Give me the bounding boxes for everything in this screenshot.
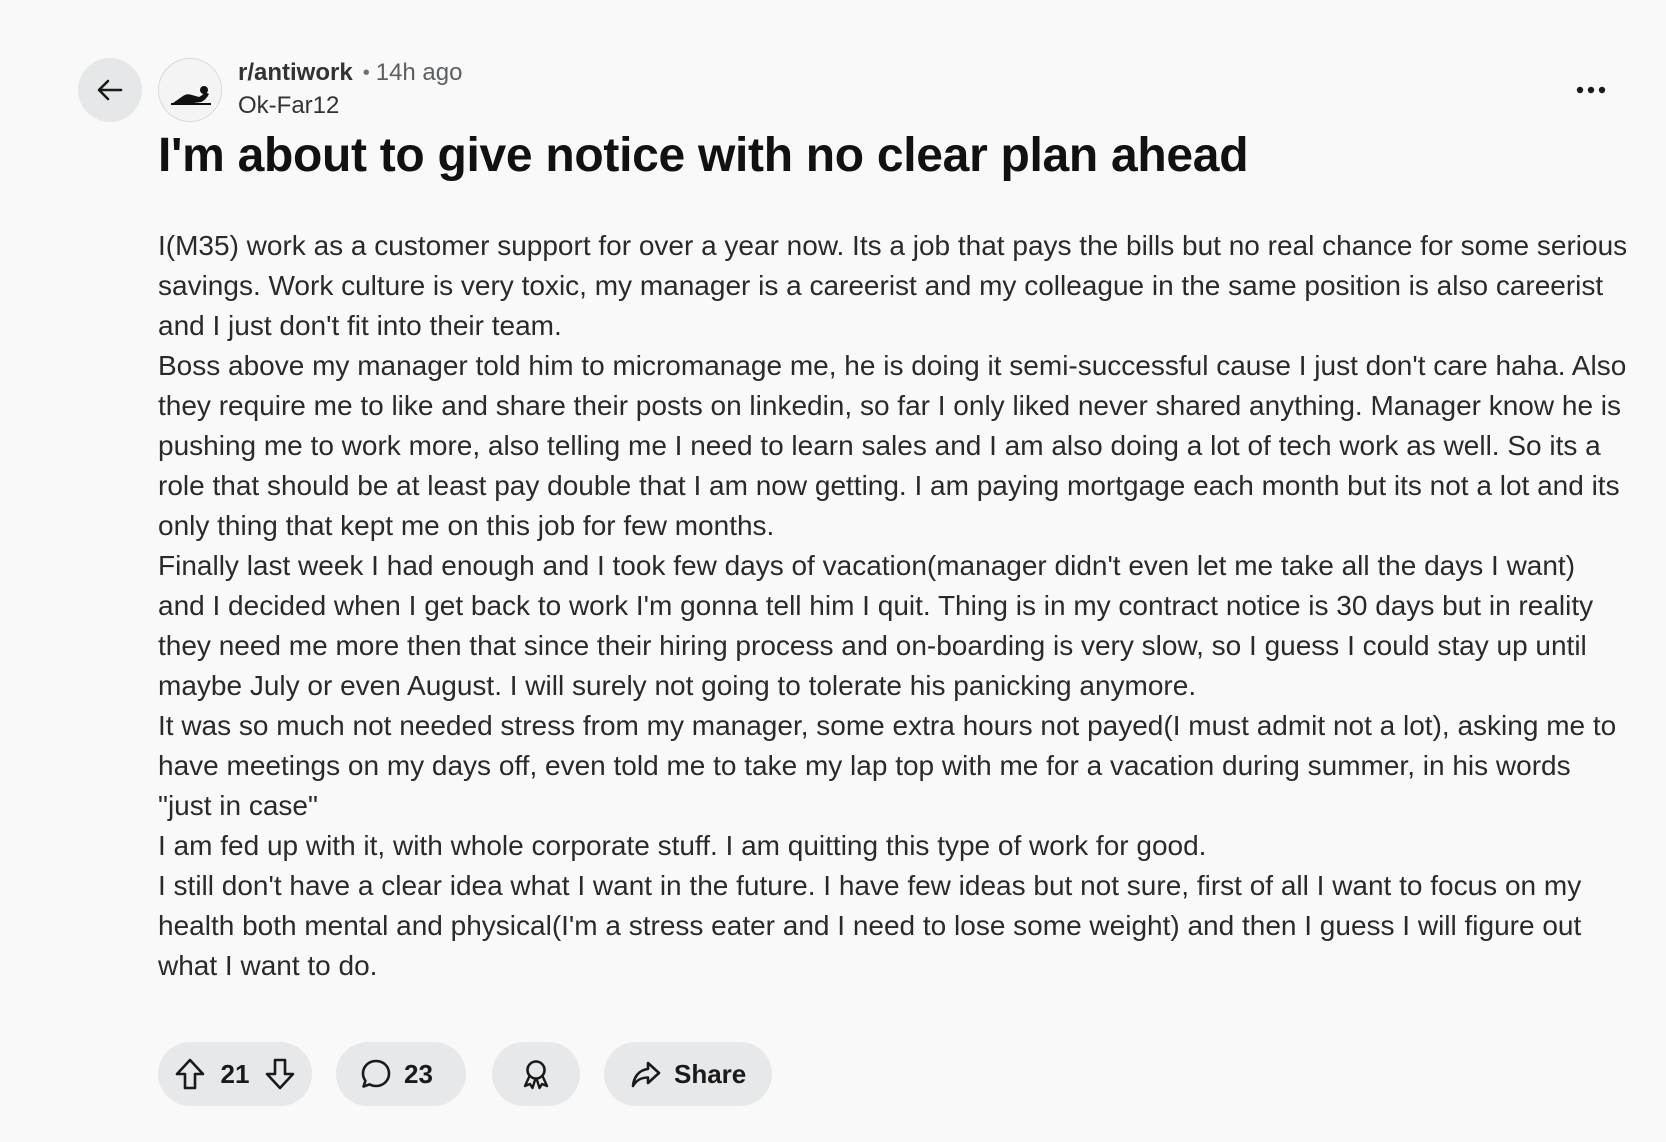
downvote-button[interactable] — [258, 1052, 302, 1096]
subreddit-logo-icon — [159, 59, 221, 121]
back-button[interactable] — [78, 58, 142, 122]
share-button[interactable]: Share — [604, 1042, 772, 1106]
arrow-left-icon — [94, 74, 126, 106]
post-paragraph: I am fed up with it, with whole corporat… — [158, 830, 1207, 861]
comments-button[interactable]: 23 — [336, 1042, 466, 1106]
award-button[interactable] — [492, 1042, 580, 1106]
post-paragraph: I(M35) work as a customer support for ov… — [158, 230, 1628, 341]
subreddit-avatar[interactable] — [158, 58, 222, 122]
post-paragraph: Boss above my manager told him to microm… — [158, 350, 1627, 541]
post-paragraph: Finally last week I had enough and I too… — [158, 550, 1594, 701]
subreddit-link[interactable]: r/antiwork — [238, 59, 353, 87]
vote-count: 21 — [220, 1058, 250, 1089]
share-label: Share — [674, 1058, 747, 1089]
post-paragraph: I still don't have a clear idea what I w… — [158, 870, 1582, 981]
post-paragraph: It was so much not needed stress from my… — [158, 710, 1617, 821]
post-body: I(M35) work as a customer support for ov… — [158, 226, 1628, 986]
share-arrow-icon — [630, 1058, 662, 1090]
author-link[interactable]: Ok-Far12 — [238, 92, 339, 120]
meta-separator: • — [362, 61, 370, 84]
post-meta: r/antiwork • 14h ago — [238, 58, 462, 88]
downvote-arrow-icon — [265, 1058, 295, 1090]
ellipsis-icon — [1576, 86, 1606, 94]
upvote-arrow-icon — [175, 1058, 205, 1090]
vote-control: 21 — [158, 1042, 312, 1106]
post-timestamp: 14h ago — [375, 59, 463, 86]
post-title: I'm about to give notice with no clear p… — [158, 129, 1249, 182]
more-options-button[interactable] — [1565, 70, 1617, 110]
speech-bubble-icon — [360, 1058, 392, 1090]
comment-count: 23 — [404, 1058, 433, 1089]
award-ribbon-icon — [520, 1058, 552, 1090]
upvote-button[interactable] — [168, 1052, 212, 1096]
